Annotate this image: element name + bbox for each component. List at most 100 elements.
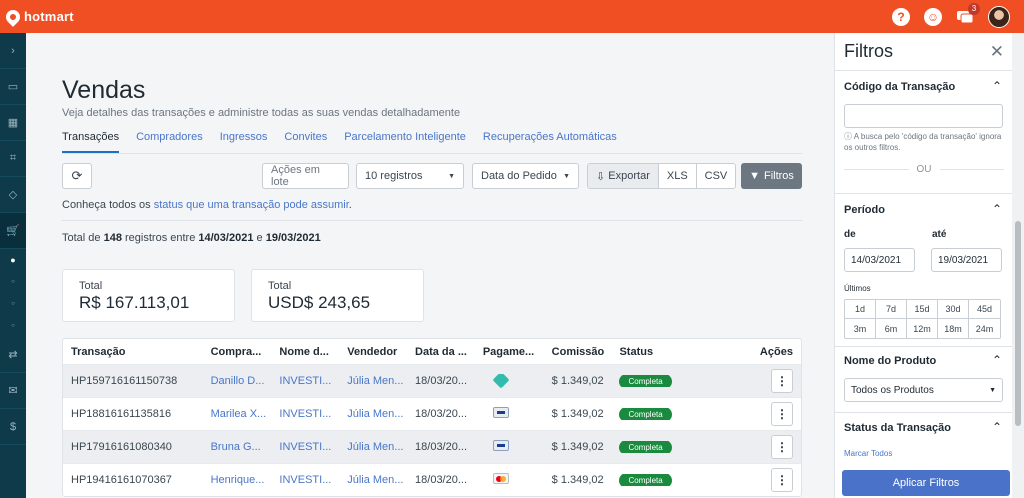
question-icon[interactable]: ? xyxy=(892,7,910,26)
filters-label: Filtros xyxy=(763,170,794,182)
brand-name: hotmart xyxy=(24,9,74,24)
messages-icon[interactable]: ✉ xyxy=(0,373,26,409)
chat-icon[interactable]: 3 xyxy=(956,2,980,26)
user-avatar[interactable] xyxy=(988,5,1010,28)
cell-produto[interactable]: INVESTI... xyxy=(271,474,339,486)
grid-icon[interactable]: ▦ xyxy=(0,105,26,141)
filter-icon: ▼ xyxy=(749,170,760,182)
cell-comprador[interactable]: Marilea X... xyxy=(203,408,272,420)
filters-button[interactable]: ▼ Filtros xyxy=(741,163,802,189)
table-row[interactable]: HP159716161150738 Danillo D... INVESTI..… xyxy=(63,364,801,397)
chevron-right-icon[interactable]: › xyxy=(0,33,26,69)
period-12m-button[interactable]: 12m xyxy=(907,319,938,338)
tab-ingressos[interactable]: Ingressos xyxy=(220,131,268,153)
header-pagamento[interactable]: Pagame... xyxy=(475,346,544,358)
chevron-up-icon[interactable]: ⌃ xyxy=(992,79,1002,93)
produto-section-title[interactable]: Nome do Produto xyxy=(844,355,936,367)
status-section-title[interactable]: Status da Transação xyxy=(844,422,951,434)
cell-vendedor[interactable]: Júlia Men... xyxy=(339,474,407,486)
period-45d-button[interactable]: 45d xyxy=(969,300,1000,319)
headset-icon[interactable]: ☺ xyxy=(924,7,942,26)
close-icon[interactable]: ✕ xyxy=(990,42,1004,62)
cell-vendedor[interactable]: Júlia Men... xyxy=(339,441,407,453)
header-vendedor[interactable]: Vendedor xyxy=(339,346,407,358)
submenu-dot-active[interactable]: ● xyxy=(0,249,26,271)
cell-vendedor[interactable]: Júlia Men... xyxy=(339,375,407,387)
table-row[interactable]: HP17916161080340 Bruna G... INVESTI... J… xyxy=(63,430,801,463)
period-24m-button[interactable]: 24m xyxy=(969,319,1000,338)
tab-parcelamento[interactable]: Parcelamento Inteligente xyxy=(344,131,466,153)
xls-button[interactable]: XLS xyxy=(657,164,696,188)
date-from-input[interactable]: 14/03/2021 xyxy=(844,248,915,272)
header-produto[interactable]: Nome d... xyxy=(271,346,339,358)
cell-produto[interactable]: INVESTI... xyxy=(271,375,339,387)
cell-transacao: HP159716161150738 xyxy=(71,375,178,387)
periodo-section-title[interactable]: Período xyxy=(844,204,885,216)
period-7d-button[interactable]: 7d xyxy=(876,300,907,319)
period-15d-button[interactable]: 15d xyxy=(907,300,938,319)
product-select[interactable]: Todos os Produtos ▼ xyxy=(844,378,1003,402)
dashboard-icon[interactable]: ▭ xyxy=(0,69,26,105)
caret-down-icon: ▼ xyxy=(563,172,570,180)
row-actions-button[interactable]: ⋮ xyxy=(770,402,793,426)
info-icon: ⓘ xyxy=(844,132,854,141)
table-row[interactable]: HP18816161135816 Marilea X... INVESTI...… xyxy=(63,397,801,430)
tab-compradores[interactable]: Compradores xyxy=(136,131,203,153)
chevron-up-icon[interactable]: ⌃ xyxy=(992,353,1002,367)
select-all-link[interactable]: Marcar Todos xyxy=(844,449,892,458)
row-actions-button[interactable]: ⋮ xyxy=(770,468,793,492)
submenu-dot[interactable]: ○ xyxy=(0,293,26,315)
page-size-value: 10 registros xyxy=(365,170,423,182)
header-comprador[interactable]: Compra... xyxy=(203,346,272,358)
codigo-section-title[interactable]: Código da Transação xyxy=(844,81,955,93)
period-6m-button[interactable]: 6m xyxy=(876,319,907,338)
page-size-select[interactable]: 10 registros ▼ xyxy=(356,163,464,189)
kebab-icon: ⋮ xyxy=(775,440,788,454)
header-status[interactable]: Status xyxy=(611,346,741,358)
cart-icon[interactable]: 🛒 xyxy=(0,213,26,249)
tabs-divider xyxy=(62,153,802,154)
header-transacao[interactable]: Transação xyxy=(63,346,203,358)
period-3m-button[interactable]: 3m xyxy=(845,319,876,338)
tab-transacoes[interactable]: Transações xyxy=(62,131,120,153)
transaction-code-input[interactable] xyxy=(844,104,1003,128)
export-button[interactable]: ⇩ Exportar xyxy=(588,164,658,188)
period-18m-button[interactable]: 18m xyxy=(938,319,969,338)
header-data[interactable]: Data da ... xyxy=(407,346,475,358)
box-icon[interactable]: ◇ xyxy=(0,177,26,213)
cell-comissao: $ 1.349,02 xyxy=(551,408,604,420)
scan-icon[interactable]: ⌗ xyxy=(0,141,26,177)
submenu-dot[interactable]: ○ xyxy=(0,271,26,293)
status-info-link[interactable]: status que uma transação pode assumir xyxy=(154,199,349,211)
refresh-button[interactable]: ⟳ xyxy=(62,163,92,189)
submenu-dot[interactable]: ○ xyxy=(0,315,26,337)
row-actions-button[interactable]: ⋮ xyxy=(770,369,793,393)
coin-icon[interactable]: $ xyxy=(0,409,26,445)
tab-convites[interactable]: Convites xyxy=(284,131,327,153)
cell-produto[interactable]: INVESTI... xyxy=(271,441,339,453)
header-comissao[interactable]: Comissão xyxy=(544,346,612,358)
transfer-icon[interactable]: ⇄ xyxy=(0,337,26,373)
date-to-input[interactable]: 19/03/2021 xyxy=(931,248,1002,272)
row-actions-button[interactable]: ⋮ xyxy=(770,435,793,459)
total-brl-card: Total R$ 167.113,01 xyxy=(62,269,235,322)
total-usd-card: Total USD$ 243,65 xyxy=(251,269,424,322)
cell-vendedor[interactable]: Júlia Men... xyxy=(339,408,407,420)
date-type-select[interactable]: Data do Pedido ▼ xyxy=(472,163,579,189)
cell-produto[interactable]: INVESTI... xyxy=(271,408,339,420)
apply-filters-button[interactable]: Aplicar Filtros xyxy=(842,470,1010,496)
cell-comprador[interactable]: Bruna G... xyxy=(203,441,272,453)
tab-recuperacoes[interactable]: Recuperações Automáticas xyxy=(483,131,617,153)
period-1d-button[interactable]: 1d xyxy=(845,300,876,319)
panel-divider xyxy=(835,70,1013,71)
cell-comprador[interactable]: Henrique... xyxy=(203,474,272,486)
table-row[interactable]: HP19416161070367 Henrique... INVESTI... … xyxy=(63,463,801,496)
panel-scrollbar-thumb[interactable] xyxy=(1015,221,1021,426)
bulk-actions-button[interactable]: Ações em lote xyxy=(262,163,349,189)
chevron-up-icon[interactable]: ⌃ xyxy=(992,202,1002,216)
period-30d-button[interactable]: 30d xyxy=(938,300,969,319)
csv-button[interactable]: CSV xyxy=(695,164,736,188)
cell-comprador[interactable]: Danillo D... xyxy=(203,375,272,387)
chevron-up-icon[interactable]: ⌃ xyxy=(992,420,1002,434)
hotmart-logo[interactable]: hotmart xyxy=(3,6,74,27)
